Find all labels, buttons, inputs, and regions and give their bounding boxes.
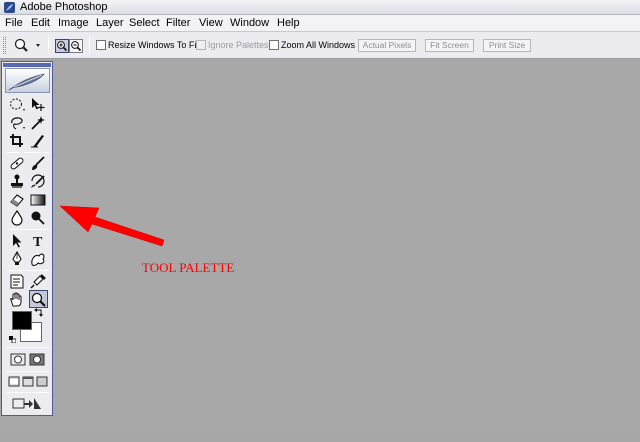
- type-tool-icon[interactable]: T: [29, 232, 47, 249]
- menu-file[interactable]: File: [5, 17, 23, 29]
- resize-windows-label: Resize Windows To Fit: [108, 40, 199, 50]
- zoom-tool-icon[interactable]: [29, 290, 48, 308]
- options-bar: Resize Windows To Fit Ignore Palettes Zo…: [0, 32, 640, 59]
- hand-tool-icon[interactable]: [8, 291, 26, 308]
- zoom-out-icon[interactable]: [69, 39, 83, 53]
- eraser-tool-icon[interactable]: [8, 191, 26, 208]
- palette-separator: [7, 229, 49, 230]
- menu-view[interactable]: View: [199, 17, 223, 29]
- menu-edit[interactable]: Edit: [31, 17, 50, 29]
- move-tool-icon[interactable]: [29, 96, 47, 113]
- photoshop-feather-icon[interactable]: [5, 68, 50, 93]
- menu-window[interactable]: Window: [230, 17, 269, 29]
- zoom-in-icon[interactable]: [55, 39, 69, 53]
- foreground-color-swatch[interactable]: [12, 311, 32, 330]
- ignore-palettes-checkbox[interactable]: [196, 40, 206, 50]
- annotation-arrow: [59, 205, 165, 247]
- slice-tool-icon[interactable]: [29, 132, 47, 149]
- menu-select[interactable]: Select: [129, 17, 160, 29]
- print-size-button[interactable]: Print Size: [483, 39, 531, 52]
- magic-wand-tool-icon[interactable]: [29, 114, 47, 131]
- palette-separator: [7, 152, 49, 153]
- crop-tool-icon[interactable]: [8, 132, 26, 149]
- lasso-tool-icon[interactable]: [8, 114, 26, 131]
- menu-image[interactable]: Image: [58, 17, 89, 29]
- options-bar-grip[interactable]: [3, 37, 6, 54]
- menu-layer[interactable]: Layer: [96, 17, 124, 29]
- clone-stamp-tool-icon[interactable]: [8, 173, 26, 190]
- actual-pixels-button[interactable]: Actual Pixels: [358, 39, 416, 52]
- full-screen-mode-icon[interactable]: [35, 373, 49, 390]
- gradient-tool-icon[interactable]: [29, 191, 47, 208]
- marquee-tool-icon[interactable]: [8, 96, 26, 113]
- photoshop-feather-icon: [4, 2, 15, 13]
- fit-screen-button[interactable]: Fit Screen: [425, 39, 474, 52]
- palette-separator: [7, 270, 49, 271]
- tool-palette-annotation: TOOL PALETTE: [142, 260, 235, 275]
- history-brush-tool-icon[interactable]: [29, 173, 47, 190]
- resize-windows-checkbox[interactable]: [96, 40, 106, 50]
- zoom-all-windows-checkbox[interactable]: [269, 40, 279, 50]
- full-screen-menu-mode-icon[interactable]: [21, 373, 35, 390]
- notes-tool-icon[interactable]: [8, 273, 26, 290]
- options-separator: [48, 37, 49, 54]
- dodge-tool-icon[interactable]: [29, 209, 47, 226]
- options-separator: [89, 37, 90, 54]
- swap-colors-icon[interactable]: [34, 308, 44, 318]
- path-selection-tool-icon[interactable]: [8, 232, 26, 249]
- window-title: Adobe Photoshop: [20, 1, 108, 13]
- pen-tool-icon[interactable]: [8, 250, 26, 267]
- eyedropper-tool-icon[interactable]: [29, 273, 47, 290]
- zoom-all-windows-label: Zoom All Windows: [281, 40, 356, 50]
- menu-filter[interactable]: Filter: [166, 17, 190, 29]
- menu-bar: File Edit Image Layer Select Filter View…: [0, 15, 640, 32]
- healing-brush-tool-icon[interactable]: [8, 155, 26, 172]
- custom-shape-tool-icon[interactable]: [29, 250, 47, 267]
- palette-separator: [7, 347, 49, 348]
- canvas-bottom-edge: [0, 432, 640, 442]
- quick-mask-mode-icon[interactable]: [28, 351, 46, 368]
- ignore-palettes-label: Ignore Palettes: [208, 40, 269, 50]
- title-bar: Adobe Photoshop: [0, 0, 640, 15]
- palette-title-bar[interactable]: [3, 63, 51, 67]
- blur-tool-icon[interactable]: [8, 209, 26, 226]
- tool-palette: T: [1, 61, 53, 416]
- svg-text:T: T: [33, 235, 43, 249]
- palette-separator: [7, 392, 49, 393]
- menu-help[interactable]: Help: [277, 17, 300, 29]
- default-colors-icon[interactable]: [9, 334, 17, 344]
- palette-separator: [7, 371, 49, 372]
- zoom-tool-icon[interactable]: [13, 37, 40, 54]
- standard-mode-icon[interactable]: [9, 351, 27, 368]
- standard-screen-mode-icon[interactable]: [7, 373, 21, 390]
- brush-tool-icon[interactable]: [29, 155, 47, 172]
- jump-to-imageready-icon[interactable]: [10, 395, 44, 412]
